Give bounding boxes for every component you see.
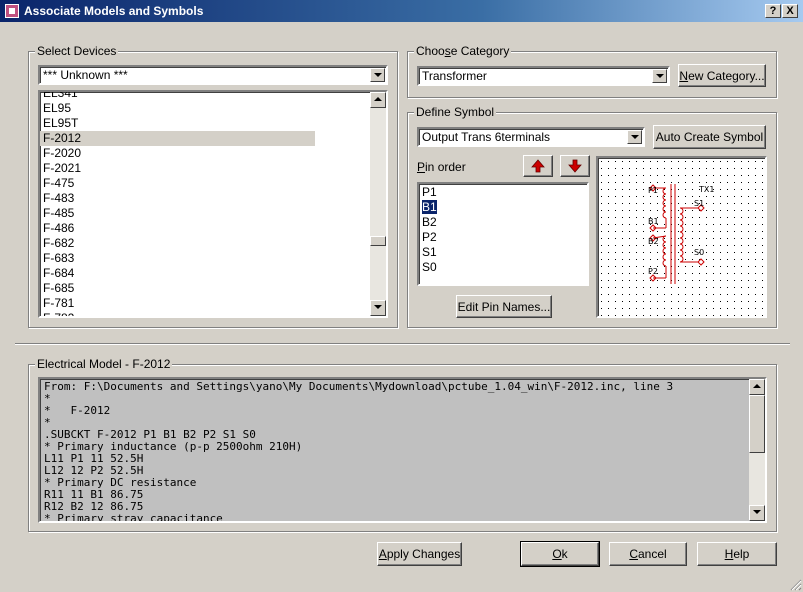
device-list-item[interactable]: F-483 [40,191,370,206]
symbol-dropdown[interactable] [627,130,642,144]
device-list-item[interactable]: F-682 [40,236,370,251]
move-pin-down-button[interactable] [560,155,590,177]
device-list-item[interactable]: F-485 [40,206,370,221]
device-list-item[interactable]: F-2021 [40,161,370,176]
chevron-down-icon [753,510,761,514]
device-list-item[interactable]: F-486 [40,221,370,236]
model-text-line: * [44,392,51,405]
scroll-down-button[interactable] [370,300,386,316]
symbol-preview: TX1 P1 B1 B2 P2 S1 S0 [596,156,767,318]
model-text-area[interactable]: From: F:\Documents and Settings\yano\My … [38,377,767,523]
select-devices-label: Select Devices [35,44,119,58]
pin-list-item[interactable]: P2 [419,230,584,245]
scroll-up-button[interactable] [370,92,386,108]
device-list-item[interactable]: F-2020 [40,146,370,161]
help-title-button[interactable]: ? [765,4,781,18]
pin-list-item-label: B1 [421,199,438,215]
cancel-button[interactable]: Cancel [609,542,687,566]
device-list-scrollbar[interactable] [370,92,386,316]
device-list-item[interactable]: EL95T [40,116,370,131]
device-list-item[interactable]: EL95 [40,101,370,116]
pin-list-item[interactable]: S1 [419,245,584,260]
new-category-button[interactable]: New Category... [678,64,766,87]
edit-pin-names-button[interactable]: Edit Pin Names... [456,295,552,318]
chevron-up-icon [753,384,761,388]
arrow-up-icon [531,159,545,173]
pin-list-item[interactable]: P1 [419,185,584,200]
scroll-thumb[interactable] [749,395,765,453]
define-symbol-label: Define Symbol [414,105,497,119]
device-filter-combo[interactable]: *** Unknown *** [38,65,388,85]
symbol-pin-b2: B2 [648,237,659,246]
symbol-pin-p1: P1 [648,186,658,195]
device-list-item[interactable]: F-475 [40,176,370,191]
device-list-item[interactable]: F-782 [40,311,370,316]
symbol-ref-label: TX1 [698,185,714,194]
model-text-line: * Primary stray capacitance [44,512,223,523]
symbol-value: Output Trans 6terminals [422,130,551,144]
pin-list-item[interactable]: B2 [419,215,584,230]
pin-list-item-label: S0 [422,260,437,274]
device-list-item[interactable]: F-685 [40,281,370,296]
model-scrollbar[interactable] [749,379,765,521]
device-list-item[interactable]: F-684 [40,266,370,281]
device-filter-value: *** Unknown *** [43,68,128,82]
model-text-line: * Primary inductance (p-p 2500ohm 210H) [44,440,303,453]
pin-order-label: Pin order [417,160,466,174]
model-text-line: From: F:\Documents and Settings\yano\My … [44,380,674,393]
device-list-item[interactable]: F-683 [40,251,370,266]
choose-category-label: Choose Category [414,44,512,58]
window-title: Associate Models and Symbols [24,4,204,18]
chevron-down-icon [374,73,382,77]
symbol-combo[interactable]: Output Trans 6terminals [417,127,645,147]
model-text-line: * Primary DC resistance [44,476,197,489]
model-text-line: * F-2012 [44,404,111,417]
device-list-item[interactable]: F-2012 [40,131,315,146]
apply-changes-button[interactable]: Apply Changes [377,542,462,566]
category-dropdown[interactable] [652,69,667,83]
category-value: Transformer [422,69,487,83]
device-filter-dropdown[interactable] [370,68,385,82]
device-list-item[interactable]: EL341 [40,92,370,101]
resize-grip-icon[interactable] [788,577,802,591]
pin-list-item-label: P1 [422,185,437,199]
arrow-down-icon [568,159,582,173]
chevron-up-icon [374,97,382,101]
pin-list-item-label: B2 [422,215,437,229]
model-text-line: L11 P1 11 52.5H [44,452,144,465]
device-list[interactable]: EL341 EL95 EL95T F-2012 F-2020 F-2021 F-475 F-4… [38,90,388,318]
ok-button[interactable]: Ok [520,541,600,567]
symbol-pin-s1: S1 [694,199,704,208]
pin-list-item-label: P2 [422,230,437,244]
pin-list-item-label: S1 [422,245,437,259]
chevron-down-icon [631,135,639,139]
category-combo[interactable]: Transformer [417,66,670,86]
symbol-pin-p2: P2 [648,267,658,276]
auto-create-symbol-button[interactable]: Auto Create Symbol [653,125,766,149]
transformer-symbol: TX1 P1 B1 B2 P2 S1 S0 [598,158,765,316]
pin-order-list[interactable]: P1 B1 B2 P2 S1 S0 [417,182,589,286]
symbol-pin-s0: S0 [694,248,704,257]
app-icon [5,4,19,18]
scroll-up-button[interactable] [749,379,765,395]
move-pin-up-button[interactable] [523,155,553,177]
model-text-line: R11 11 B1 86.75 [44,488,144,501]
pin-list-item[interactable]: S0 [419,260,584,275]
chevron-down-icon [656,74,664,78]
chevron-down-icon [374,305,382,309]
electrical-model-label: Electrical Model - F-2012 [35,357,173,371]
symbol-pin-b1: B1 [648,217,659,226]
scroll-down-button[interactable] [749,505,765,521]
title-bar: Associate Models and Symbols ? X [0,0,803,22]
help-button[interactable]: Help [697,542,777,566]
close-title-button[interactable]: X [782,4,798,18]
device-list-item[interactable]: F-781 [40,296,370,311]
pin-list-item[interactable]: B1 [419,199,584,215]
separator [15,343,790,345]
scroll-thumb[interactable] [370,236,386,246]
